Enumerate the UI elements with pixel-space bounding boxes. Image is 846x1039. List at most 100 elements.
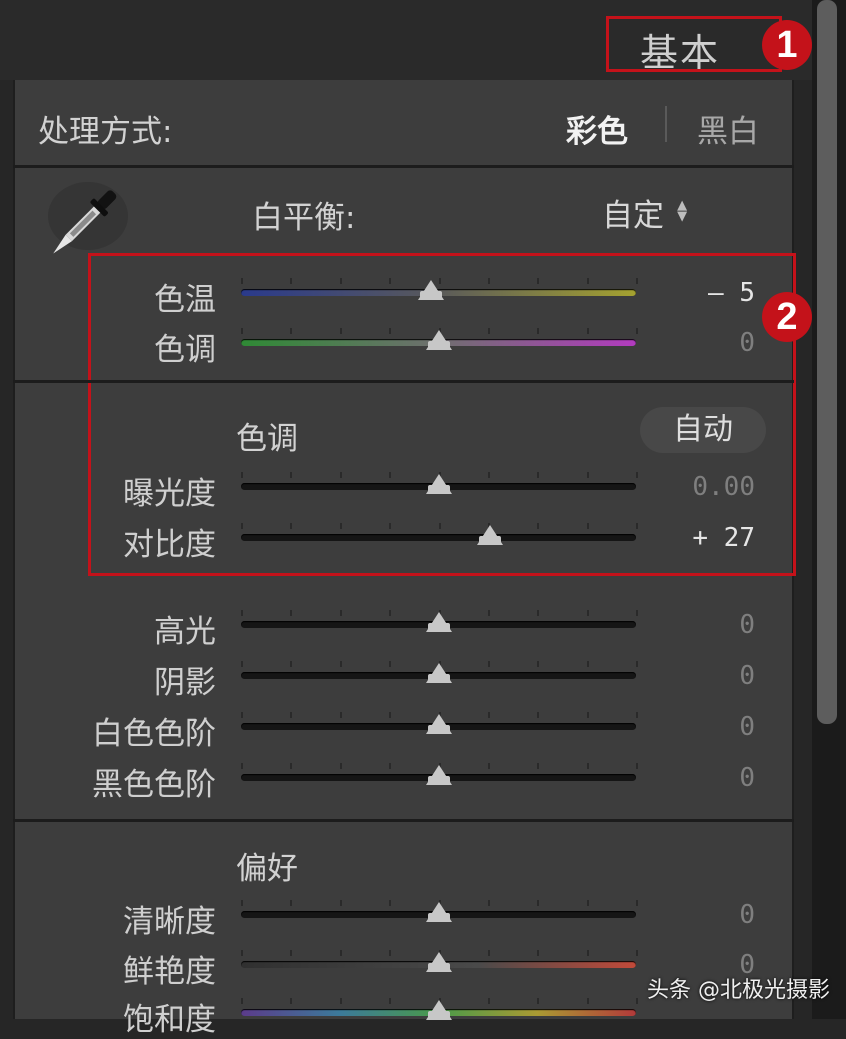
highlights-slider[interactable]	[241, 608, 638, 642]
slider-tick	[537, 278, 540, 284]
slider-tick	[586, 712, 589, 718]
slider-thumb[interactable]	[425, 608, 452, 632]
saturation-slider[interactable]	[241, 996, 638, 1030]
slider-label-tint: 色调	[154, 332, 216, 368]
auto-tone-button[interactable]: 自动	[640, 407, 766, 453]
slider-tick	[537, 712, 540, 718]
slider-thumb[interactable]	[476, 521, 503, 545]
updown-arrows-icon: ▲ ▼	[677, 198, 688, 224]
slider-tick	[586, 900, 589, 906]
vibrance-slider[interactable]	[241, 948, 638, 982]
temp-value[interactable]: – 5	[645, 278, 755, 308]
treatment-color-option[interactable]: 彩色	[566, 106, 628, 151]
slider-tick	[636, 712, 638, 718]
slider-tick	[636, 661, 638, 667]
temp-slider[interactable]	[241, 276, 638, 310]
tint-slider[interactable]	[241, 326, 638, 360]
whites-value[interactable]: 0	[645, 712, 755, 742]
slider-tick	[241, 712, 243, 718]
slider-label-blacks: 黑色色阶	[92, 767, 216, 803]
clarity-value[interactable]: 0	[645, 900, 755, 930]
slider-label-temp: 色温	[154, 282, 216, 318]
slider-thumb[interactable]	[425, 996, 452, 1020]
highlights-value[interactable]: 0	[645, 610, 755, 640]
slider-tick	[290, 998, 293, 1004]
slider-label-whites: 白色色阶	[92, 716, 216, 752]
slider-label-exposure: 曝光度	[123, 476, 216, 512]
slider-tick	[586, 328, 589, 334]
slider-tick	[636, 472, 638, 478]
section-divider	[13, 380, 794, 383]
slider-tick	[290, 472, 293, 478]
annotation-badge-1: 1	[762, 20, 812, 70]
slider-tick	[241, 950, 243, 956]
slider-tick	[537, 950, 540, 956]
slider-tick	[636, 278, 638, 284]
slider-tick	[290, 661, 293, 667]
contrast-value[interactable]: + 27	[645, 523, 755, 553]
slider-tick	[241, 523, 243, 529]
white-balance-label: 白平衡:	[252, 200, 356, 236]
white-balance-value: 自定	[602, 198, 664, 234]
contrast-slider[interactable]	[241, 521, 638, 555]
exposure-value[interactable]: 0.00	[645, 472, 755, 502]
slider-tick	[290, 523, 293, 529]
slider-tick	[586, 472, 589, 478]
slider-tick	[339, 661, 342, 667]
slider-tick	[438, 523, 441, 529]
slider-thumb[interactable]	[425, 948, 452, 972]
section-divider	[13, 165, 794, 168]
slider-tick	[339, 472, 342, 478]
slider-tick	[389, 523, 392, 529]
slider-tick	[636, 900, 638, 906]
slider-tick	[241, 998, 243, 1004]
slider-tick	[537, 610, 540, 616]
white-balance-select[interactable]: 自定 ▲ ▼	[602, 190, 687, 235]
section-divider	[13, 819, 794, 822]
slider-thumb[interactable]	[425, 326, 452, 350]
treatment-label: 处理方式:	[38, 114, 173, 150]
scrollbar-thumb[interactable]	[817, 0, 837, 724]
highlight-box-title	[606, 16, 782, 72]
exposure-slider[interactable]	[241, 470, 638, 504]
slider-tick	[339, 523, 342, 529]
slider-tick	[487, 998, 490, 1004]
slider-tick	[339, 998, 342, 1004]
slider-tick	[339, 610, 342, 616]
slider-label-shadows: 阴影	[154, 665, 216, 701]
slider-tick	[537, 900, 540, 906]
blacks-slider[interactable]	[241, 761, 638, 795]
slider-tick	[290, 610, 293, 616]
slider-thumb[interactable]	[425, 898, 452, 922]
slider-tick	[487, 610, 490, 616]
blacks-value[interactable]: 0	[645, 763, 755, 793]
whites-slider[interactable]	[241, 710, 638, 744]
slider-tick	[537, 523, 540, 529]
slider-tick	[389, 278, 392, 284]
slider-tick	[389, 950, 392, 956]
slider-tick	[636, 328, 638, 334]
slider-thumb[interactable]	[425, 710, 452, 734]
clarity-slider[interactable]	[241, 898, 638, 932]
slider-tick	[636, 763, 638, 769]
slider-thumb[interactable]	[417, 276, 444, 300]
slider-tick	[389, 763, 392, 769]
slider-tick	[339, 278, 342, 284]
shadows-value[interactable]: 0	[645, 661, 755, 691]
slider-tick	[537, 661, 540, 667]
tint-value[interactable]: 0	[645, 328, 755, 358]
slider-thumb[interactable]	[425, 659, 452, 683]
slider-tick	[586, 661, 589, 667]
slider-tick	[241, 472, 243, 478]
slider-tick	[636, 523, 638, 529]
slider-label-clarity: 清晰度	[123, 904, 216, 940]
slider-tick	[537, 998, 540, 1004]
treatment-bw-option[interactable]: 黑白	[697, 106, 759, 151]
slider-tick	[339, 900, 342, 906]
treatment-divider	[665, 106, 667, 142]
slider-tick	[389, 661, 392, 667]
slider-thumb[interactable]	[425, 470, 452, 494]
watermark-text: 头条 @北极光摄影	[647, 978, 830, 1003]
shadows-slider[interactable]	[241, 659, 638, 693]
slider-thumb[interactable]	[425, 761, 452, 785]
